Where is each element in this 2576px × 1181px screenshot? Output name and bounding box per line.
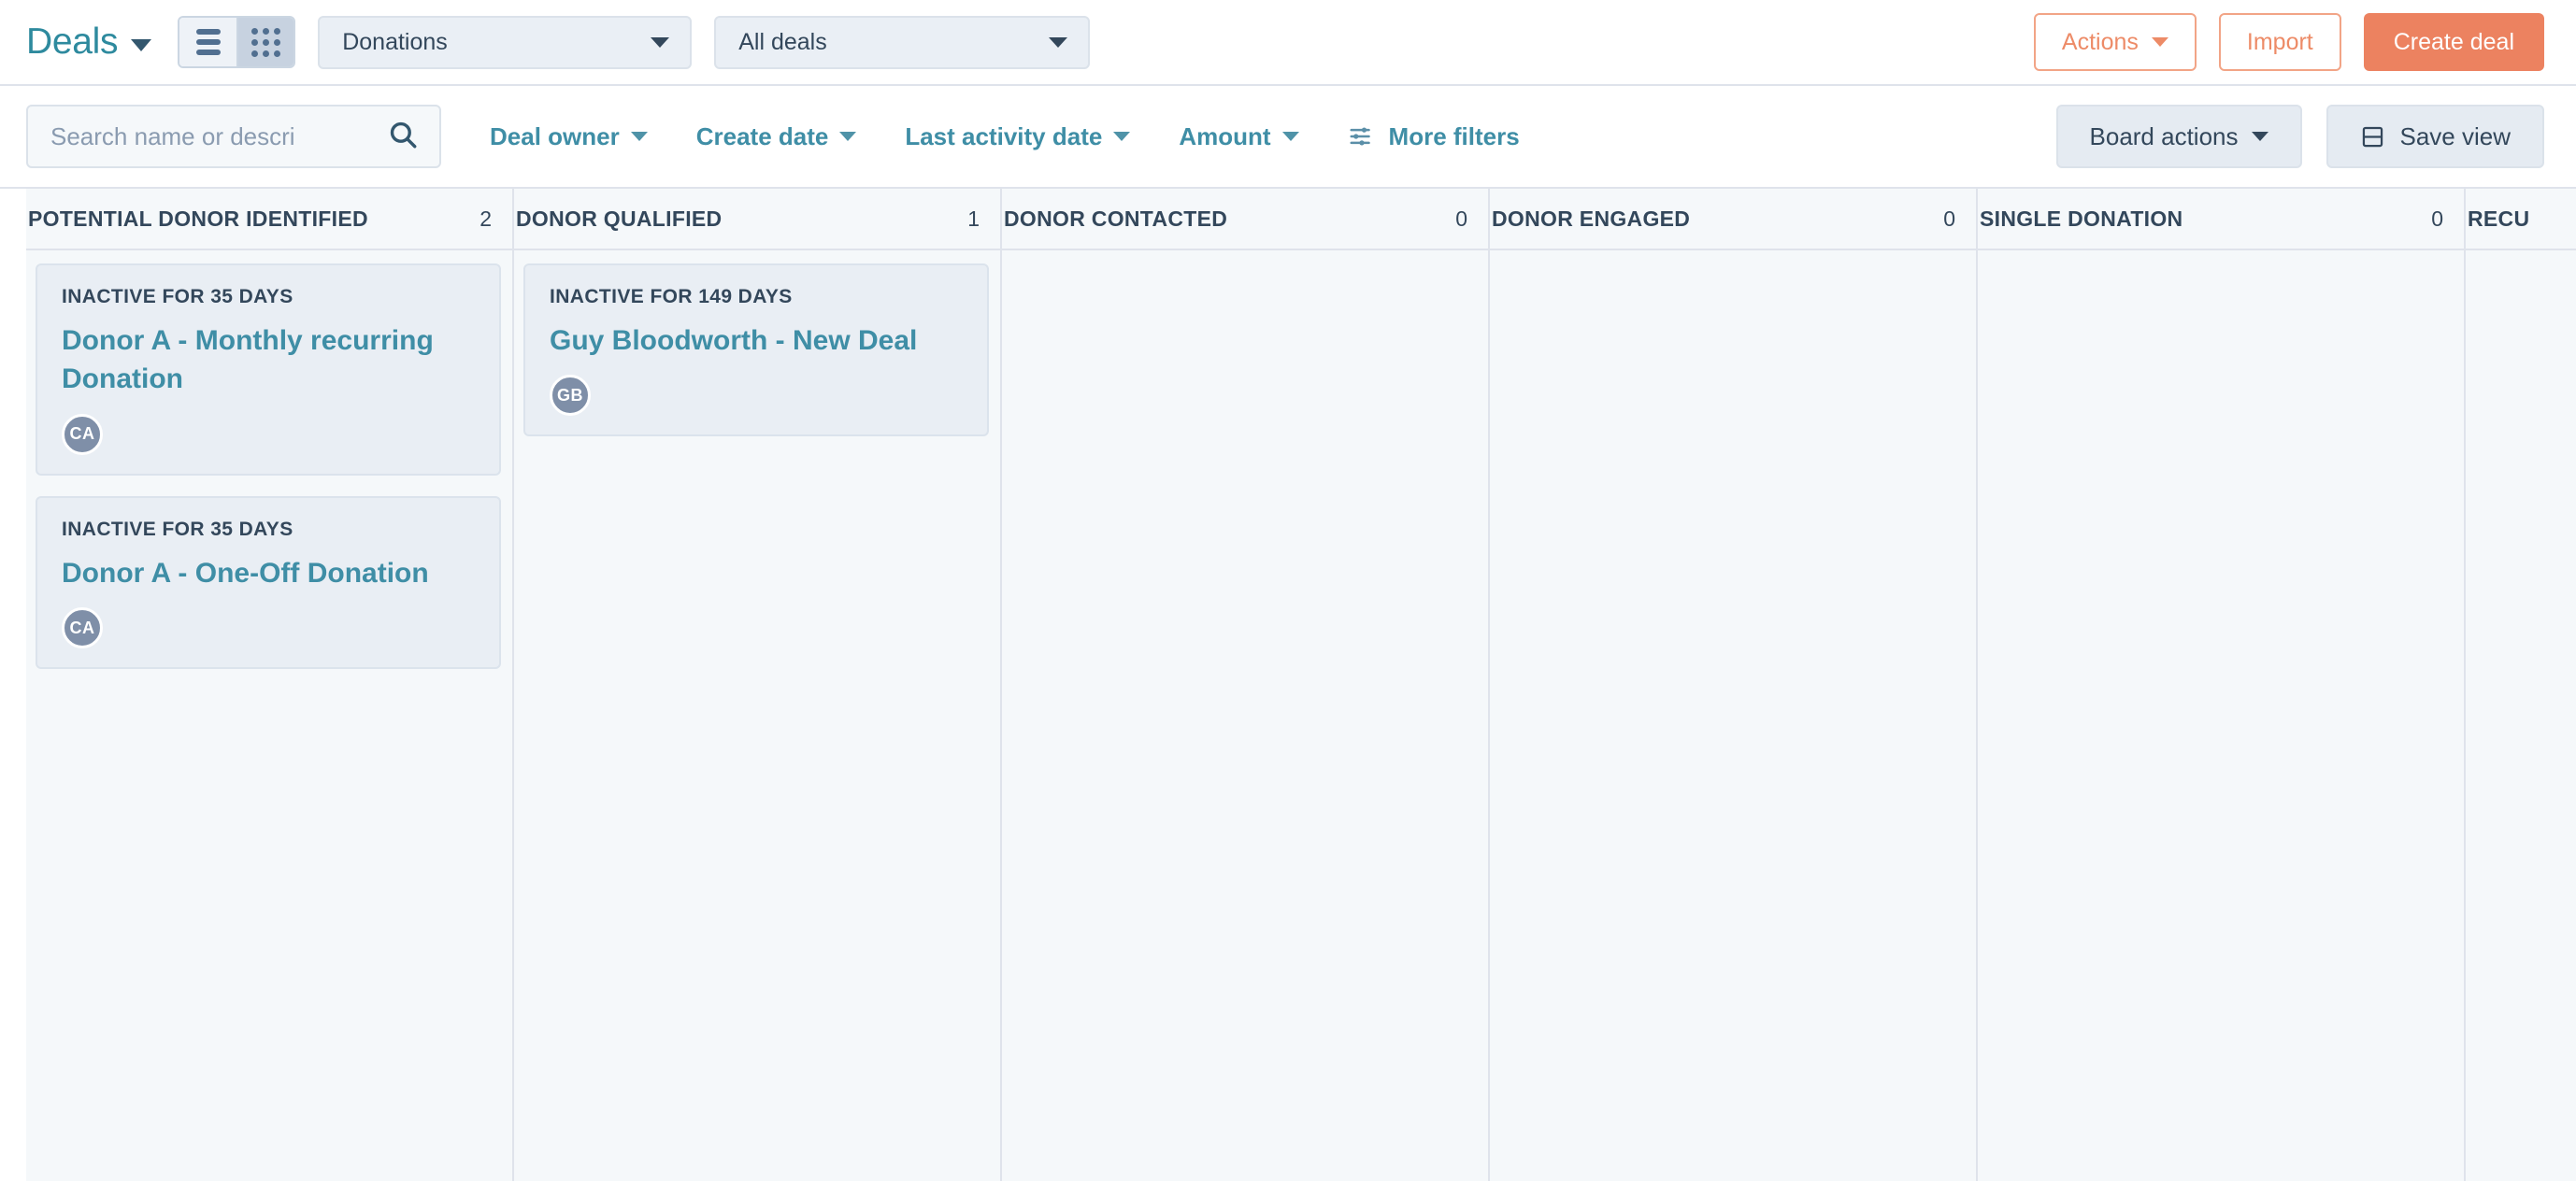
board-column-single-donation: SINGLE DONATION 0 [1978, 189, 2466, 1181]
deal-card[interactable]: INACTIVE FOR 35 DAYS Donor A - One-Off D… [36, 495, 501, 670]
filter-create-date[interactable]: Create date [696, 122, 857, 151]
column-body: INACTIVE FOR 35 DAYS Donor A - Monthly r… [26, 250, 512, 1181]
column-body: INACTIVE FOR 149 DAYS Guy Bloodworth - N… [514, 250, 1000, 1181]
list-view-button[interactable] [179, 18, 237, 66]
search-input[interactable] [50, 121, 379, 151]
pipeline-select[interactable]: Donations [318, 15, 693, 69]
save-view-label: Save view [2399, 121, 2512, 150]
deal-card[interactable]: INACTIVE FOR 149 DAYS Guy Bloodworth - N… [523, 263, 989, 437]
card-inactivity-label: INACTIVE FOR 149 DAYS [550, 286, 793, 307]
column-count: 0 [2431, 206, 2443, 231]
column-body [1002, 250, 1488, 1181]
column-count: 1 [967, 206, 980, 231]
import-button[interactable]: Import [2218, 13, 2341, 71]
create-deal-button-label: Create deal [2393, 28, 2514, 55]
chevron-down-icon [1281, 132, 1299, 141]
column-header[interactable]: RECU [2466, 189, 2576, 250]
save-view-button[interactable]: Save view [2326, 105, 2544, 168]
chevron-down-icon [1049, 36, 1068, 48]
page-title: Deals [26, 21, 119, 62]
deal-board: POTENTIAL DONOR IDENTIFIED 2 INACTIVE FO… [0, 189, 2576, 1181]
board-columns: POTENTIAL DONOR IDENTIFIED 2 INACTIVE FO… [26, 189, 2576, 1181]
top-bar: Deals Donations All deals Actions Import… [0, 0, 2576, 86]
search-icon[interactable] [387, 119, 419, 155]
board-column-donor-qualified: DONOR QUALIFIED 1 INACTIVE FOR 149 DAYS … [514, 189, 1002, 1181]
card-inactivity-label: INACTIVE FOR 35 DAYS [62, 286, 293, 307]
pipeline-select-value: Donations [342, 28, 448, 55]
deal-scope-select[interactable]: All deals [714, 15, 1091, 69]
column-header[interactable]: DONOR ENGAGED 0 [1490, 189, 1976, 250]
actions-button-label: Actions [2061, 28, 2139, 55]
import-button-label: Import [2246, 28, 2313, 55]
column-name: DONOR CONTACTED [1004, 206, 1228, 231]
board-column-potential-donor-identified: POTENTIAL DONOR IDENTIFIED 2 INACTIVE FO… [26, 189, 514, 1181]
board-actions-button[interactable]: Board actions [2055, 105, 2302, 168]
more-filters-label: More filters [1388, 121, 1520, 150]
card-deal-name[interactable]: Guy Bloodworth - New Deal [550, 321, 963, 360]
grid-view-button[interactable] [236, 18, 294, 66]
chevron-down-icon [651, 36, 670, 48]
save-disk-icon [2360, 124, 2385, 149]
more-filters-button[interactable]: More filters [1348, 122, 1520, 151]
filter-deal-owner-label: Deal owner [490, 121, 620, 150]
filter-last-activity-date[interactable]: Last activity date [905, 121, 1131, 151]
filter-amount-label: Amount [1179, 121, 1271, 150]
board-actions-label: Board actions [2089, 121, 2239, 150]
avatar[interactable]: GB [550, 375, 591, 417]
filter-last-activity-date-label: Last activity date [905, 121, 1103, 150]
chevron-down-icon [1113, 132, 1131, 141]
list-view-icon [195, 29, 221, 55]
sliders-icon [1348, 122, 1376, 150]
column-name: SINGLE DONATION [1980, 206, 2183, 231]
board-left-gutter [0, 189, 26, 1181]
board-column-donor-engaged: DONOR ENGAGED 0 [1490, 189, 1978, 1181]
view-toggle-group [178, 16, 296, 68]
column-name: DONOR QUALIFIED [516, 206, 723, 231]
column-header[interactable]: DONOR QUALIFIED 1 [514, 189, 1000, 250]
grid-view-icon [251, 27, 281, 57]
create-deal-button[interactable]: Create deal [2363, 13, 2544, 71]
column-count: 2 [479, 206, 492, 231]
search-box[interactable] [26, 105, 441, 168]
filter-deal-owner[interactable]: Deal owner [490, 122, 648, 151]
column-name: DONOR ENGAGED [1492, 206, 1691, 231]
board-column-donor-contacted: DONOR CONTACTED 0 [1002, 189, 1490, 1181]
card-deal-name[interactable]: Donor A - Monthly recurring Donation [62, 321, 475, 399]
actions-button[interactable]: Actions [2033, 13, 2197, 71]
column-name: POTENTIAL DONOR IDENTIFIED [28, 206, 368, 231]
column-header[interactable]: SINGLE DONATION 0 [1978, 189, 2464, 250]
deal-card[interactable]: INACTIVE FOR 35 DAYS Donor A - Monthly r… [36, 263, 501, 476]
page-title-dropdown[interactable]: Deals [26, 21, 152, 63]
column-body [1490, 250, 1976, 1181]
column-name: RECU [2468, 206, 2530, 231]
column-count: 0 [1943, 206, 1955, 231]
chevron-down-icon [2151, 37, 2168, 47]
board-column-recurring-donation: RECU [2466, 189, 2576, 1181]
filter-create-date-label: Create date [695, 121, 829, 150]
card-deal-name[interactable]: Donor A - One-Off Donation [62, 554, 475, 592]
chevron-down-icon [131, 38, 152, 51]
filter-bar: Deal owner Create date Last activity dat… [0, 86, 2576, 189]
column-count: 0 [1455, 206, 1467, 231]
chevron-down-icon [630, 132, 648, 141]
avatar[interactable]: CA [62, 413, 103, 455]
avatar[interactable]: CA [62, 607, 103, 649]
chevron-down-icon [839, 132, 857, 141]
column-header[interactable]: POTENTIAL DONOR IDENTIFIED 2 [26, 189, 512, 250]
chevron-down-icon [2251, 132, 2268, 141]
deal-scope-select-value: All deals [738, 28, 827, 55]
filter-amount[interactable]: Amount [1179, 121, 1299, 151]
column-body [2466, 250, 2576, 1181]
card-inactivity-label: INACTIVE FOR 35 DAYS [62, 518, 293, 540]
column-header[interactable]: DONOR CONTACTED 0 [1002, 189, 1488, 250]
column-body [1978, 250, 2464, 1181]
